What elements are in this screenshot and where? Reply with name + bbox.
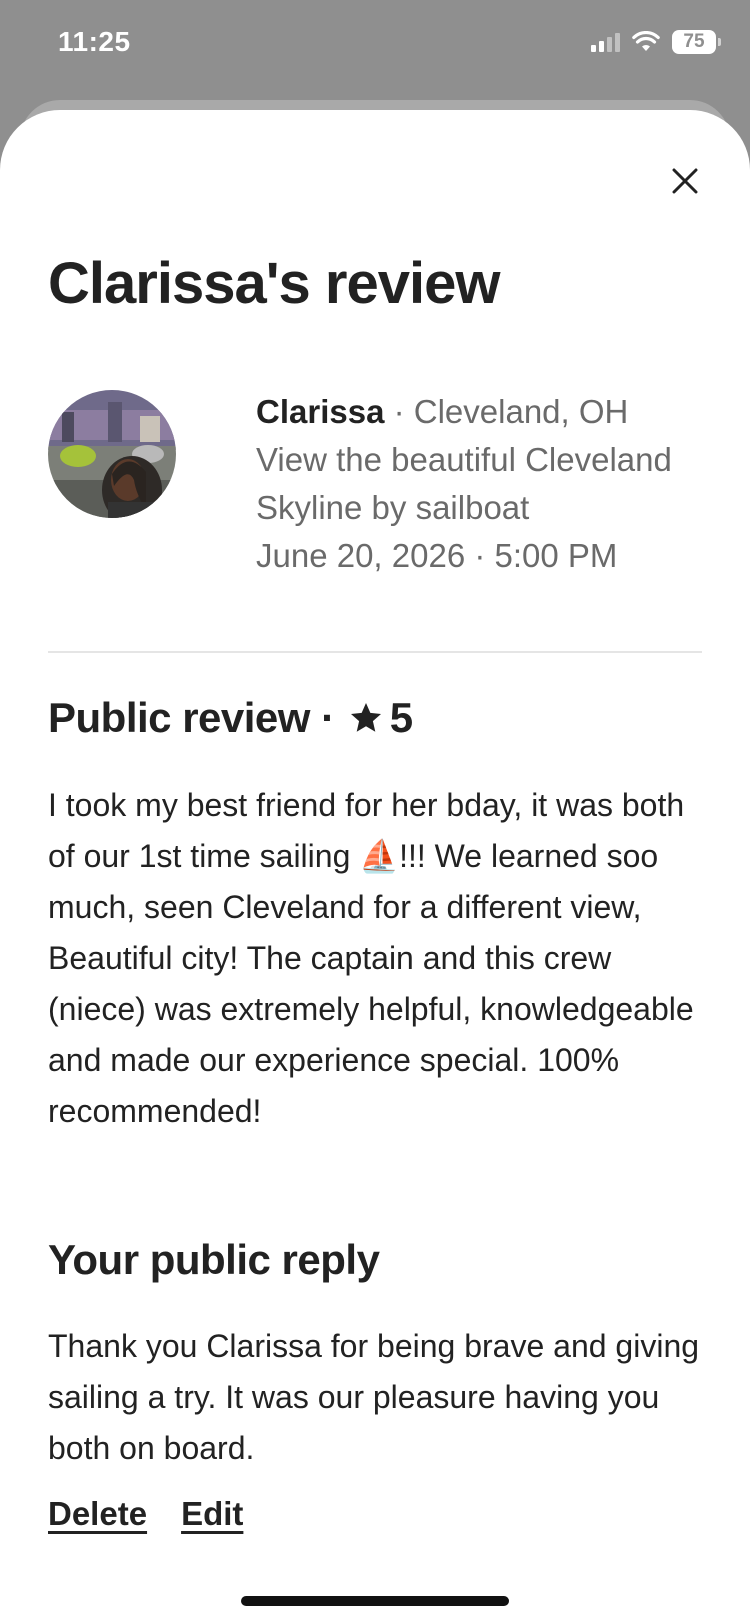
review-datetime: June 20, 2026 · 5:00 PM — [256, 537, 618, 574]
status-bar: 11:25 75 — [0, 0, 750, 90]
reviewer-header: Clarissa · Cleveland, OH View the beauti… — [48, 390, 708, 580]
public-reply-heading: Your public reply — [48, 1236, 380, 1283]
reviewer-info: Clarissa · Cleveland, OH View the beauti… — [256, 388, 672, 580]
edit-reply-link[interactable]: Edit — [181, 1495, 243, 1533]
cellular-signal-icon — [591, 32, 620, 52]
divider — [48, 651, 702, 653]
battery-icon: 75 — [672, 30, 721, 54]
public-review-title: Public review — [48, 694, 310, 741]
experience-title-line-2: Skyline by sailboat — [256, 489, 530, 526]
separator: · — [309, 694, 346, 741]
reviewer-name-location: Clarissa · Cleveland, OH — [256, 388, 672, 436]
status-time: 11:25 — [58, 26, 131, 57]
experience-title-line-1: View the beautiful Cleveland — [256, 441, 672, 478]
reviewer-location: Cleveland, OH — [413, 393, 629, 430]
separator: · — [384, 393, 414, 430]
public-review-heading: Public review · 5 — [48, 694, 413, 742]
star-icon — [350, 703, 381, 732]
wifi-icon — [632, 31, 660, 51]
home-indicator[interactable] — [241, 1596, 509, 1606]
public-review-text: I took my best friend for her bday, it w… — [48, 787, 694, 1129]
delete-reply-link[interactable]: Delete — [48, 1495, 147, 1533]
rating-value: 5 — [389, 694, 413, 741]
avatar-photo — [48, 390, 176, 518]
page-title: Clarissa's review — [48, 251, 500, 316]
review-sheet: Clarissa's review Clarissa · Cleveland, … — [0, 110, 750, 1624]
reply-actions: Delete Edit — [48, 1495, 243, 1533]
status-icons: 75 — [591, 30, 721, 54]
avatar[interactable] — [48, 390, 176, 518]
close-button[interactable] — [660, 156, 710, 206]
close-icon — [672, 168, 698, 194]
reviewer-name: Clarissa — [256, 393, 385, 430]
public-reply-text: Thank you Clarissa for being brave and g… — [48, 1328, 700, 1466]
